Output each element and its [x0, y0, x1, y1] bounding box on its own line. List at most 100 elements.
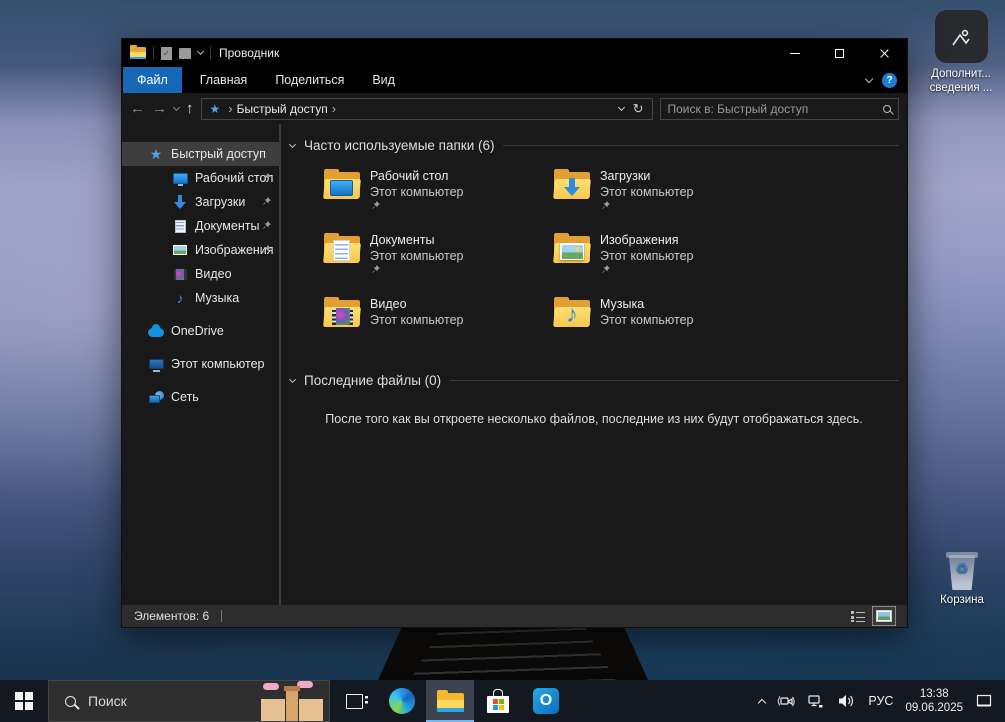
- taskbar-clock[interactable]: 13:38 09.06.2025: [905, 687, 963, 715]
- help-icon[interactable]: ?: [882, 73, 897, 88]
- quick-access-star-icon: ★: [150, 147, 163, 161]
- caption-buttons: [772, 39, 907, 67]
- quick-access-star-icon: ★: [210, 102, 221, 116]
- section-recent-files: Последние файлы (0): [290, 373, 899, 388]
- search-box[interactable]: [660, 98, 900, 120]
- pin-icon: [370, 264, 463, 275]
- tab-file[interactable]: Файл: [123, 67, 182, 93]
- address-bar[interactable]: ★ › Быстрый доступ › ↻: [201, 98, 653, 120]
- folder-tile-downloads[interactable]: Загрузки Этот компьютер: [553, 168, 768, 211]
- recycle-bin-label: Корзина: [919, 593, 1005, 607]
- maximize-button[interactable]: [817, 39, 862, 67]
- volume-icon[interactable]: [837, 693, 856, 709]
- onedrive-cloud-icon: [148, 328, 164, 337]
- outlook-icon: O: [533, 688, 559, 714]
- properties-icon[interactable]: [161, 47, 172, 60]
- breadcrumb-chevron-icon[interactable]: ›: [228, 101, 232, 116]
- sidebar-item-downloads[interactable]: Загрузки: [122, 190, 281, 214]
- collapse-section-chevron-icon[interactable]: [289, 140, 296, 147]
- file-explorer-button[interactable]: [426, 680, 474, 722]
- sidebar-item-desktop[interactable]: Рабочий стол: [122, 166, 281, 190]
- start-button[interactable]: [0, 680, 48, 722]
- refresh-icon[interactable]: ↻: [633, 101, 644, 117]
- sidebar-item-quick-access[interactable]: ★ Быстрый доступ: [122, 142, 281, 166]
- explorer-app-icon: [130, 47, 146, 59]
- tab-home[interactable]: Главная: [186, 67, 262, 93]
- sidebar-item-network[interactable]: Сеть: [122, 385, 281, 409]
- photo-placeholder-icon: [935, 10, 988, 63]
- pin-icon: [600, 264, 693, 275]
- desktop-wallpaper: Дополнит... сведения ... ♻ Корзина Прово…: [0, 0, 1005, 722]
- thumbnails-view-button[interactable]: [873, 607, 895, 625]
- new-folder-icon[interactable]: [179, 48, 191, 59]
- language-indicator[interactable]: РУС: [868, 694, 893, 708]
- pin-icon: [370, 200, 463, 211]
- task-view-button[interactable]: [330, 680, 378, 722]
- meet-now-icon[interactable]: [777, 693, 795, 709]
- forward-button[interactable]: →: [152, 101, 167, 116]
- network-icon[interactable]: [807, 693, 825, 709]
- expand-ribbon-chevron-icon[interactable]: [865, 74, 873, 82]
- tray-overflow-chevron-icon[interactable]: [758, 698, 766, 706]
- up-button[interactable]: ↑: [186, 101, 194, 116]
- clock-time: 13:38: [905, 687, 963, 701]
- desktop-icon: [173, 173, 188, 184]
- sidebar-item-videos[interactable]: Видео: [122, 262, 281, 286]
- customize-qat-chevron-icon[interactable]: [197, 48, 204, 55]
- folder-downloads-icon: [553, 168, 591, 200]
- sidebar-item-onedrive[interactable]: OneDrive: [122, 319, 281, 343]
- ribbon-tab-row: Файл Главная Поделиться Вид ?: [122, 67, 907, 93]
- search-highlight-illustration[interactable]: [257, 681, 327, 721]
- search-input[interactable]: [668, 102, 884, 116]
- address-dropdown-chevron-icon[interactable]: [618, 103, 625, 110]
- action-center-icon[interactable]: [975, 693, 993, 709]
- details-view-button[interactable]: [847, 607, 869, 625]
- search-icon: [65, 696, 76, 707]
- search-icon[interactable]: [883, 105, 891, 113]
- store-button[interactable]: [474, 680, 522, 722]
- back-button[interactable]: ←: [130, 101, 145, 116]
- recent-files-empty-message: После того как вы откроете несколько фай…: [281, 412, 907, 426]
- quick-access-toolbar: [130, 46, 211, 60]
- folder-tile-pictures[interactable]: Изображения Этот компьютер: [553, 232, 768, 275]
- collapse-section-chevron-icon[interactable]: [289, 375, 296, 382]
- clock-date: 09.06.2025: [905, 701, 963, 715]
- folder-pictures-icon: [553, 232, 591, 264]
- minimize-button[interactable]: [772, 39, 817, 67]
- edge-button[interactable]: [378, 680, 426, 722]
- breadcrumb-chevron-icon[interactable]: ›: [332, 101, 336, 116]
- folder-tile-videos[interactable]: Видео Этот компьютер: [323, 296, 538, 328]
- folder-documents-icon: [323, 232, 361, 264]
- recycle-bin-shortcut[interactable]: ♻ Корзина: [919, 552, 1005, 607]
- shortcut-label: Дополнит...: [918, 67, 1004, 81]
- taskbar: O РУС 13:38 09.06.2025: [0, 680, 1005, 722]
- tab-share[interactable]: Поделиться: [261, 67, 358, 93]
- outlook-button[interactable]: O: [522, 680, 570, 722]
- computer-icon: [149, 359, 164, 369]
- folder-tile-desktop[interactable]: Рабочий стол Этот компьютер: [323, 168, 538, 211]
- folder-tile-music[interactable]: ♪ Музыка Этот компьютер: [553, 296, 768, 328]
- taskbar-search-box[interactable]: [48, 680, 330, 722]
- recent-locations-chevron-icon[interactable]: [173, 103, 180, 110]
- task-view-icon: [346, 694, 363, 709]
- documents-icon: [175, 220, 186, 233]
- pin-icon: [261, 244, 272, 255]
- sidebar-item-this-pc[interactable]: Этот компьютер: [122, 352, 281, 376]
- taskbar-search-input[interactable]: [88, 693, 208, 709]
- status-bar: Элементов: 6: [122, 605, 907, 627]
- tab-view[interactable]: Вид: [358, 67, 409, 93]
- items-count: Элементов: 6: [134, 609, 209, 623]
- file-explorer-icon: [437, 691, 464, 712]
- close-button[interactable]: [862, 39, 907, 67]
- folder-tile-documents[interactable]: Документы Этот компьютер: [323, 232, 538, 275]
- pictures-icon: [173, 245, 187, 255]
- pin-icon: [261, 196, 272, 207]
- desktop-shortcut-info[interactable]: Дополнит... сведения ...: [918, 10, 1004, 95]
- downloads-icon: [174, 195, 186, 209]
- sidebar-item-music[interactable]: ♪ Музыка: [122, 286, 281, 310]
- store-icon: [487, 696, 509, 713]
- breadcrumb[interactable]: Быстрый доступ: [237, 102, 328, 116]
- sidebar-item-pictures[interactable]: Изображения: [122, 238, 281, 262]
- sidebar-item-documents[interactable]: Документы: [122, 214, 281, 238]
- videos-icon: [174, 269, 187, 280]
